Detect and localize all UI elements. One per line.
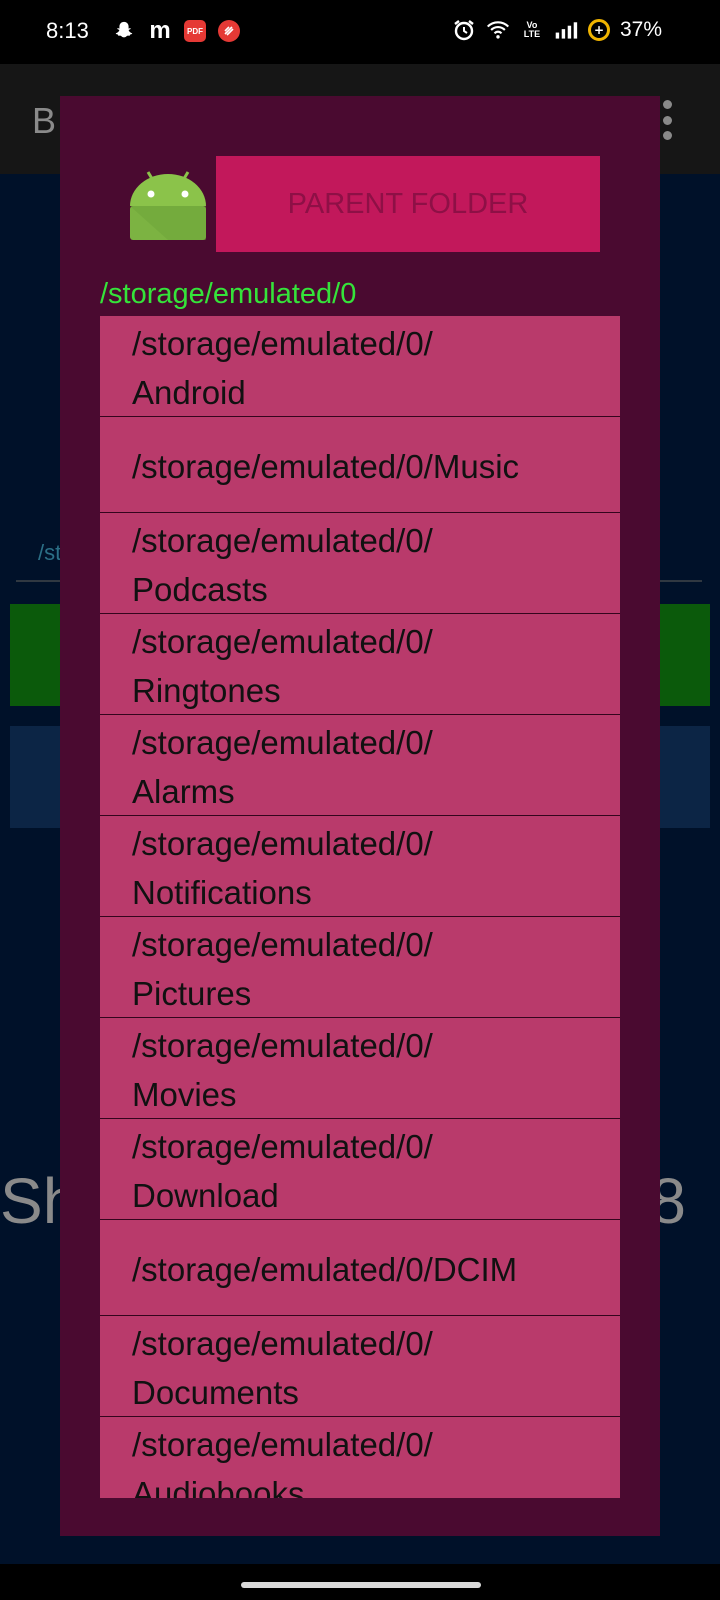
folder-item-music[interactable]: /storage/emulated/0/Music bbox=[100, 417, 620, 513]
alarm-icon bbox=[452, 18, 476, 42]
folder-path-line1: /storage/emulated/0/ bbox=[132, 926, 433, 963]
red-app-icon bbox=[218, 20, 240, 42]
battery-percent: 37% bbox=[619, 18, 662, 41]
overflow-menu-icon[interactable] bbox=[662, 100, 672, 140]
folder-path-line1: /storage/emulated/0/ bbox=[132, 1426, 433, 1463]
folder-path-line2: Alarms bbox=[132, 773, 235, 810]
folder-path-line2: Notifications bbox=[132, 874, 312, 911]
folder-item-android[interactable]: /storage/emulated/0/Android bbox=[100, 316, 620, 417]
folder-path-line2: Android bbox=[132, 374, 246, 411]
system-icons: Vo LTE + 37% bbox=[452, 18, 662, 42]
notification-icons: m PDF bbox=[112, 17, 240, 44]
folder-path-line2: Movies bbox=[132, 1076, 237, 1113]
folder-item-dcim[interactable]: /storage/emulated/0/DCIM bbox=[100, 1220, 620, 1316]
folder-path-line2: Pictures bbox=[132, 975, 252, 1012]
status-time: 8:13 bbox=[46, 18, 89, 43]
folder-item-documents[interactable]: /storage/emulated/0/Documents bbox=[100, 1316, 620, 1417]
folder-item-alarms[interactable]: /storage/emulated/0/Alarms bbox=[100, 715, 620, 816]
folder-path-line2: Podcasts bbox=[132, 571, 268, 608]
folder-item-audiobooks[interactable]: /storage/emulated/0/Audiobooks bbox=[100, 1417, 620, 1498]
folder-path-line1: /storage/emulated/0/ bbox=[132, 1325, 433, 1362]
volte-bottom: LTE bbox=[523, 29, 541, 39]
folder-path-line2: Audiobooks bbox=[132, 1475, 305, 1498]
status-bar: 8:13 m PDF Vo LTE + 37% bbox=[0, 0, 720, 64]
folder-path-line2: Documents bbox=[132, 1374, 299, 1411]
wifi-icon bbox=[486, 18, 510, 42]
folder-path-line1: /storage/emulated/0/ bbox=[132, 825, 433, 862]
volte-icon: Vo LTE bbox=[520, 18, 544, 42]
folder-path-line1: /storage/emulated/0/ bbox=[132, 522, 433, 559]
folder-path-line1: /storage/emulated/0/ bbox=[132, 623, 433, 660]
current-path-label: /storage/emulated/0 bbox=[100, 278, 357, 310]
folder-path-line1: /storage/emulated/0/ bbox=[132, 325, 433, 362]
android-icon bbox=[128, 162, 208, 242]
folder-path-line1: /storage/emulated/0/ bbox=[132, 724, 433, 761]
folder-item-download[interactable]: /storage/emulated/0/Download bbox=[100, 1119, 620, 1220]
folder-path-line1: /storage/emulated/0/Music bbox=[132, 448, 520, 485]
folder-item-pictures[interactable]: /storage/emulated/0/Pictures bbox=[100, 917, 620, 1018]
signal-icon bbox=[554, 18, 578, 42]
folder-path-line1: /storage/emulated/0/ bbox=[132, 1128, 433, 1165]
app-title: B bbox=[32, 100, 57, 141]
folder-path-line1: /storage/emulated/0/DCIM bbox=[132, 1251, 518, 1288]
folder-item-ringtones[interactable]: /storage/emulated/0/Ringtones bbox=[100, 614, 620, 715]
navigation-bar bbox=[0, 1564, 720, 1600]
folder-path-line2: Download bbox=[132, 1177, 279, 1214]
snapchat-icon bbox=[112, 19, 136, 43]
m-icon: m bbox=[149, 17, 171, 44]
folder-path-line2: Ringtones bbox=[132, 672, 281, 709]
pdf-icon: PDF bbox=[184, 20, 206, 42]
folder-item-notifications[interactable]: /storage/emulated/0/Notifications bbox=[100, 816, 620, 917]
folder-path-line1: /storage/emulated/0/ bbox=[132, 1027, 433, 1064]
folder-item-podcasts[interactable]: /storage/emulated/0/Podcasts bbox=[100, 513, 620, 614]
home-gesture-handle[interactable] bbox=[241, 1582, 481, 1588]
folder-picker-dialog: PARENT FOLDER /storage/emulated/0 /stora… bbox=[60, 96, 660, 1536]
background-path-text: /st bbox=[38, 540, 62, 565]
folder-list[interactable]: /storage/emulated/0/Android /storage/emu… bbox=[100, 316, 620, 1498]
battery-saver-icon: + bbox=[587, 19, 610, 41]
folder-item-movies[interactable]: /storage/emulated/0/Movies bbox=[100, 1018, 620, 1119]
parent-folder-button[interactable]: PARENT FOLDER bbox=[216, 156, 600, 252]
